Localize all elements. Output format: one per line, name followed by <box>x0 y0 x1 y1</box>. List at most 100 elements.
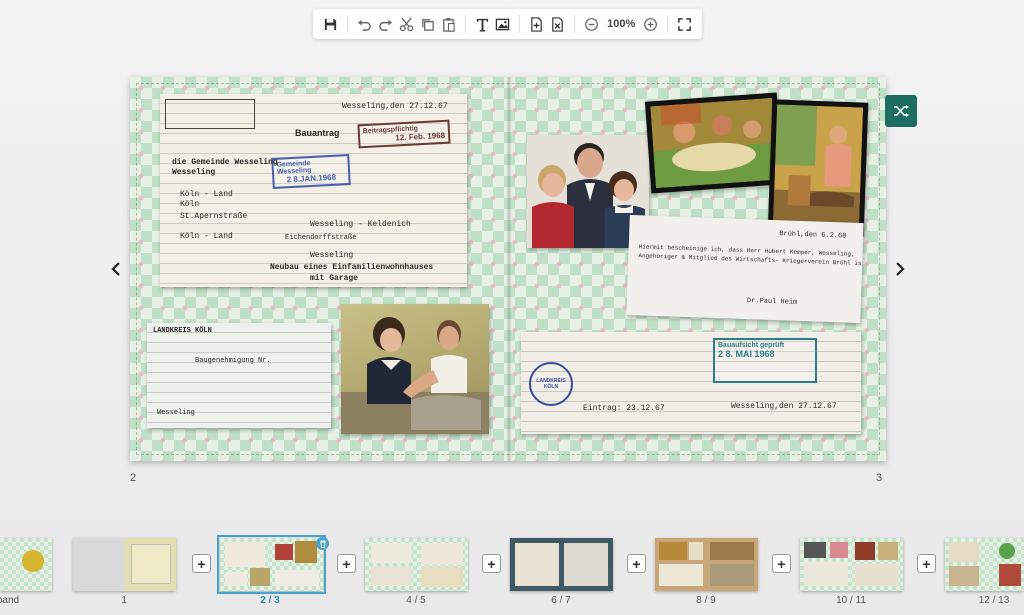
kids-table-photo[interactable] <box>644 92 784 194</box>
bauaufsicht-stamp: Bauaufsicht geprüft 2 8. MAI 1968 <box>713 338 817 383</box>
doc-line: Eintrag: 23.12.67 <box>583 404 665 413</box>
cover-emblem <box>22 550 44 572</box>
seal-text: LANDKREIS KÖLN <box>536 378 566 390</box>
thumb-photo <box>830 542 848 558</box>
doc-header: LANDKREIS KÖLN <box>153 327 212 335</box>
remove-page-icon <box>552 16 564 32</box>
next-spread-button[interactable] <box>890 258 910 280</box>
thumbnail-page-12-13[interactable] <box>945 538 1024 591</box>
thumb-photo <box>949 566 979 586</box>
thumbnail-page-1[interactable] <box>73 538 176 591</box>
add-spread-button[interactable]: + <box>627 554 646 573</box>
thumbnail-label: 10 / 11 <box>836 595 866 606</box>
thumb-photo <box>710 542 754 560</box>
doc-line: Köln - Land <box>180 232 233 241</box>
undo-icon <box>357 19 371 31</box>
add-page-button[interactable] <box>527 13 546 35</box>
toolbar-divider <box>464 15 466 33</box>
thumb-photo <box>855 564 898 586</box>
thumbnail-label: 2 / 3 <box>260 595 280 606</box>
address-box <box>165 99 255 129</box>
baugenehmigung-document-photo[interactable]: LANDKREIS KÖLN Baugenehmigung Nr. Wessel… <box>147 323 331 428</box>
zoom-in-icon <box>644 17 658 31</box>
add-spread-button[interactable]: + <box>917 554 936 573</box>
letter-date: Brühl,den 6.2.68 <box>779 230 847 241</box>
page-thumbnail-strip: band 1 + 2 / 3 + 4 / 5 + 6 / 7 + 8 / 9 + <box>0 530 1024 615</box>
bauschein-document-photo[interactable]: Bauaufsicht geprüft 2 8. MAI 1968 LANDKR… <box>521 332 861 434</box>
zoom-in-button[interactable] <box>641 13 660 35</box>
delete-spread-button[interactable] <box>316 537 329 550</box>
save-icon <box>324 18 337 30</box>
add-spread-button[interactable]: + <box>192 554 211 573</box>
toolbar-divider <box>346 15 348 33</box>
thumbnail-label: band <box>0 595 20 606</box>
couple-photo-image <box>341 317 489 434</box>
fullscreen-icon <box>678 17 691 31</box>
chevron-left-icon <box>111 262 120 276</box>
thumb-photo <box>131 544 171 584</box>
toolbar-divider <box>519 15 521 33</box>
remove-page-button[interactable] <box>548 13 567 35</box>
thumbnail-page-8-9[interactable] <box>655 538 758 591</box>
toolbar-divider <box>574 15 576 33</box>
thumb-photo <box>710 564 754 586</box>
add-spread-button[interactable]: + <box>482 554 501 573</box>
thumbnail-label: 6 / 7 <box>551 595 571 606</box>
doc-footer: Wesseling <box>157 409 195 417</box>
thumb-photo <box>250 568 270 586</box>
undo-button[interactable] <box>355 13 374 35</box>
stamp-date: 2 8. MAI 1968 <box>718 349 775 359</box>
kids-table-photo-image <box>650 97 778 189</box>
thumb-photo <box>659 542 687 560</box>
couple-photo[interactable] <box>341 304 489 434</box>
thumb-photo <box>225 542 265 567</box>
paste-button[interactable] <box>439 13 458 35</box>
add-spread-button[interactable]: + <box>772 554 791 573</box>
thumb-photo <box>564 543 608 586</box>
image-icon <box>496 18 510 30</box>
thumbnail-label: 8 / 9 <box>696 595 716 606</box>
doc-line: die Gemeinde Wesseling <box>172 158 278 167</box>
zoom-out-button[interactable] <box>582 13 601 35</box>
thumb-photo <box>295 541 317 563</box>
letter-document-photo[interactable]: Brühl,den 6.2.68 Hiermit bescheinige ich… <box>626 214 864 324</box>
save-button[interactable] <box>321 13 340 35</box>
copy-button[interactable] <box>418 13 437 35</box>
thumb-photo <box>421 567 463 587</box>
doc-line: Wesseling <box>310 251 354 260</box>
thumbnail-cover[interactable] <box>0 538 52 591</box>
add-image-button[interactable] <box>494 13 513 35</box>
girl-chair-photo[interactable] <box>767 99 869 237</box>
toolbar-divider <box>667 15 669 33</box>
shuffle-layout-button[interactable] <box>885 95 917 127</box>
trash-icon <box>319 540 326 548</box>
thumbnail-label: 1 <box>121 595 127 606</box>
thumbnail-page-10-11[interactable] <box>800 538 903 591</box>
fullscreen-button[interactable] <box>675 13 694 35</box>
bauantrag-document-photo[interactable]: Wesseling,den 27.12.67 Bauantrag Beitrag… <box>160 94 467 287</box>
thumb-photo <box>659 564 703 586</box>
add-text-button[interactable] <box>473 13 492 35</box>
gemeinde-stamp: Gemeinde Wesseling 2 8.JAN.1968 <box>271 153 351 190</box>
cut-button[interactable] <box>397 13 416 35</box>
thumbnail-page-6-7[interactable] <box>510 538 613 591</box>
doc-line: Eichendorffstraße <box>285 234 357 242</box>
doc-title: Bauantrag <box>295 128 340 138</box>
stamp-signature-area <box>718 359 812 379</box>
plus-icon: + <box>632 555 641 572</box>
landkreis-seal: LANDKREIS KÖLN <box>529 362 573 406</box>
zoom-out-icon <box>585 17 599 31</box>
thumbnail-page-4-5[interactable] <box>365 538 468 591</box>
thumb-photo <box>421 543 463 565</box>
thumb-photo <box>878 542 898 560</box>
doc-line: Neubau eines Einfamilienwohnhauses <box>270 263 434 272</box>
add-spread-button[interactable]: + <box>337 554 356 573</box>
thumbnail-page-2-3[interactable] <box>217 535 326 594</box>
thumb-photo <box>275 544 293 560</box>
redo-button[interactable] <box>376 13 395 35</box>
previous-spread-button[interactable] <box>106 258 126 280</box>
thumb-photo <box>804 562 848 586</box>
photo-book-spread[interactable]: Wesseling,den 27.12.67 Bauantrag Beitrag… <box>130 77 886 461</box>
thumb-photo <box>371 566 411 586</box>
thumb-photo <box>855 542 875 560</box>
